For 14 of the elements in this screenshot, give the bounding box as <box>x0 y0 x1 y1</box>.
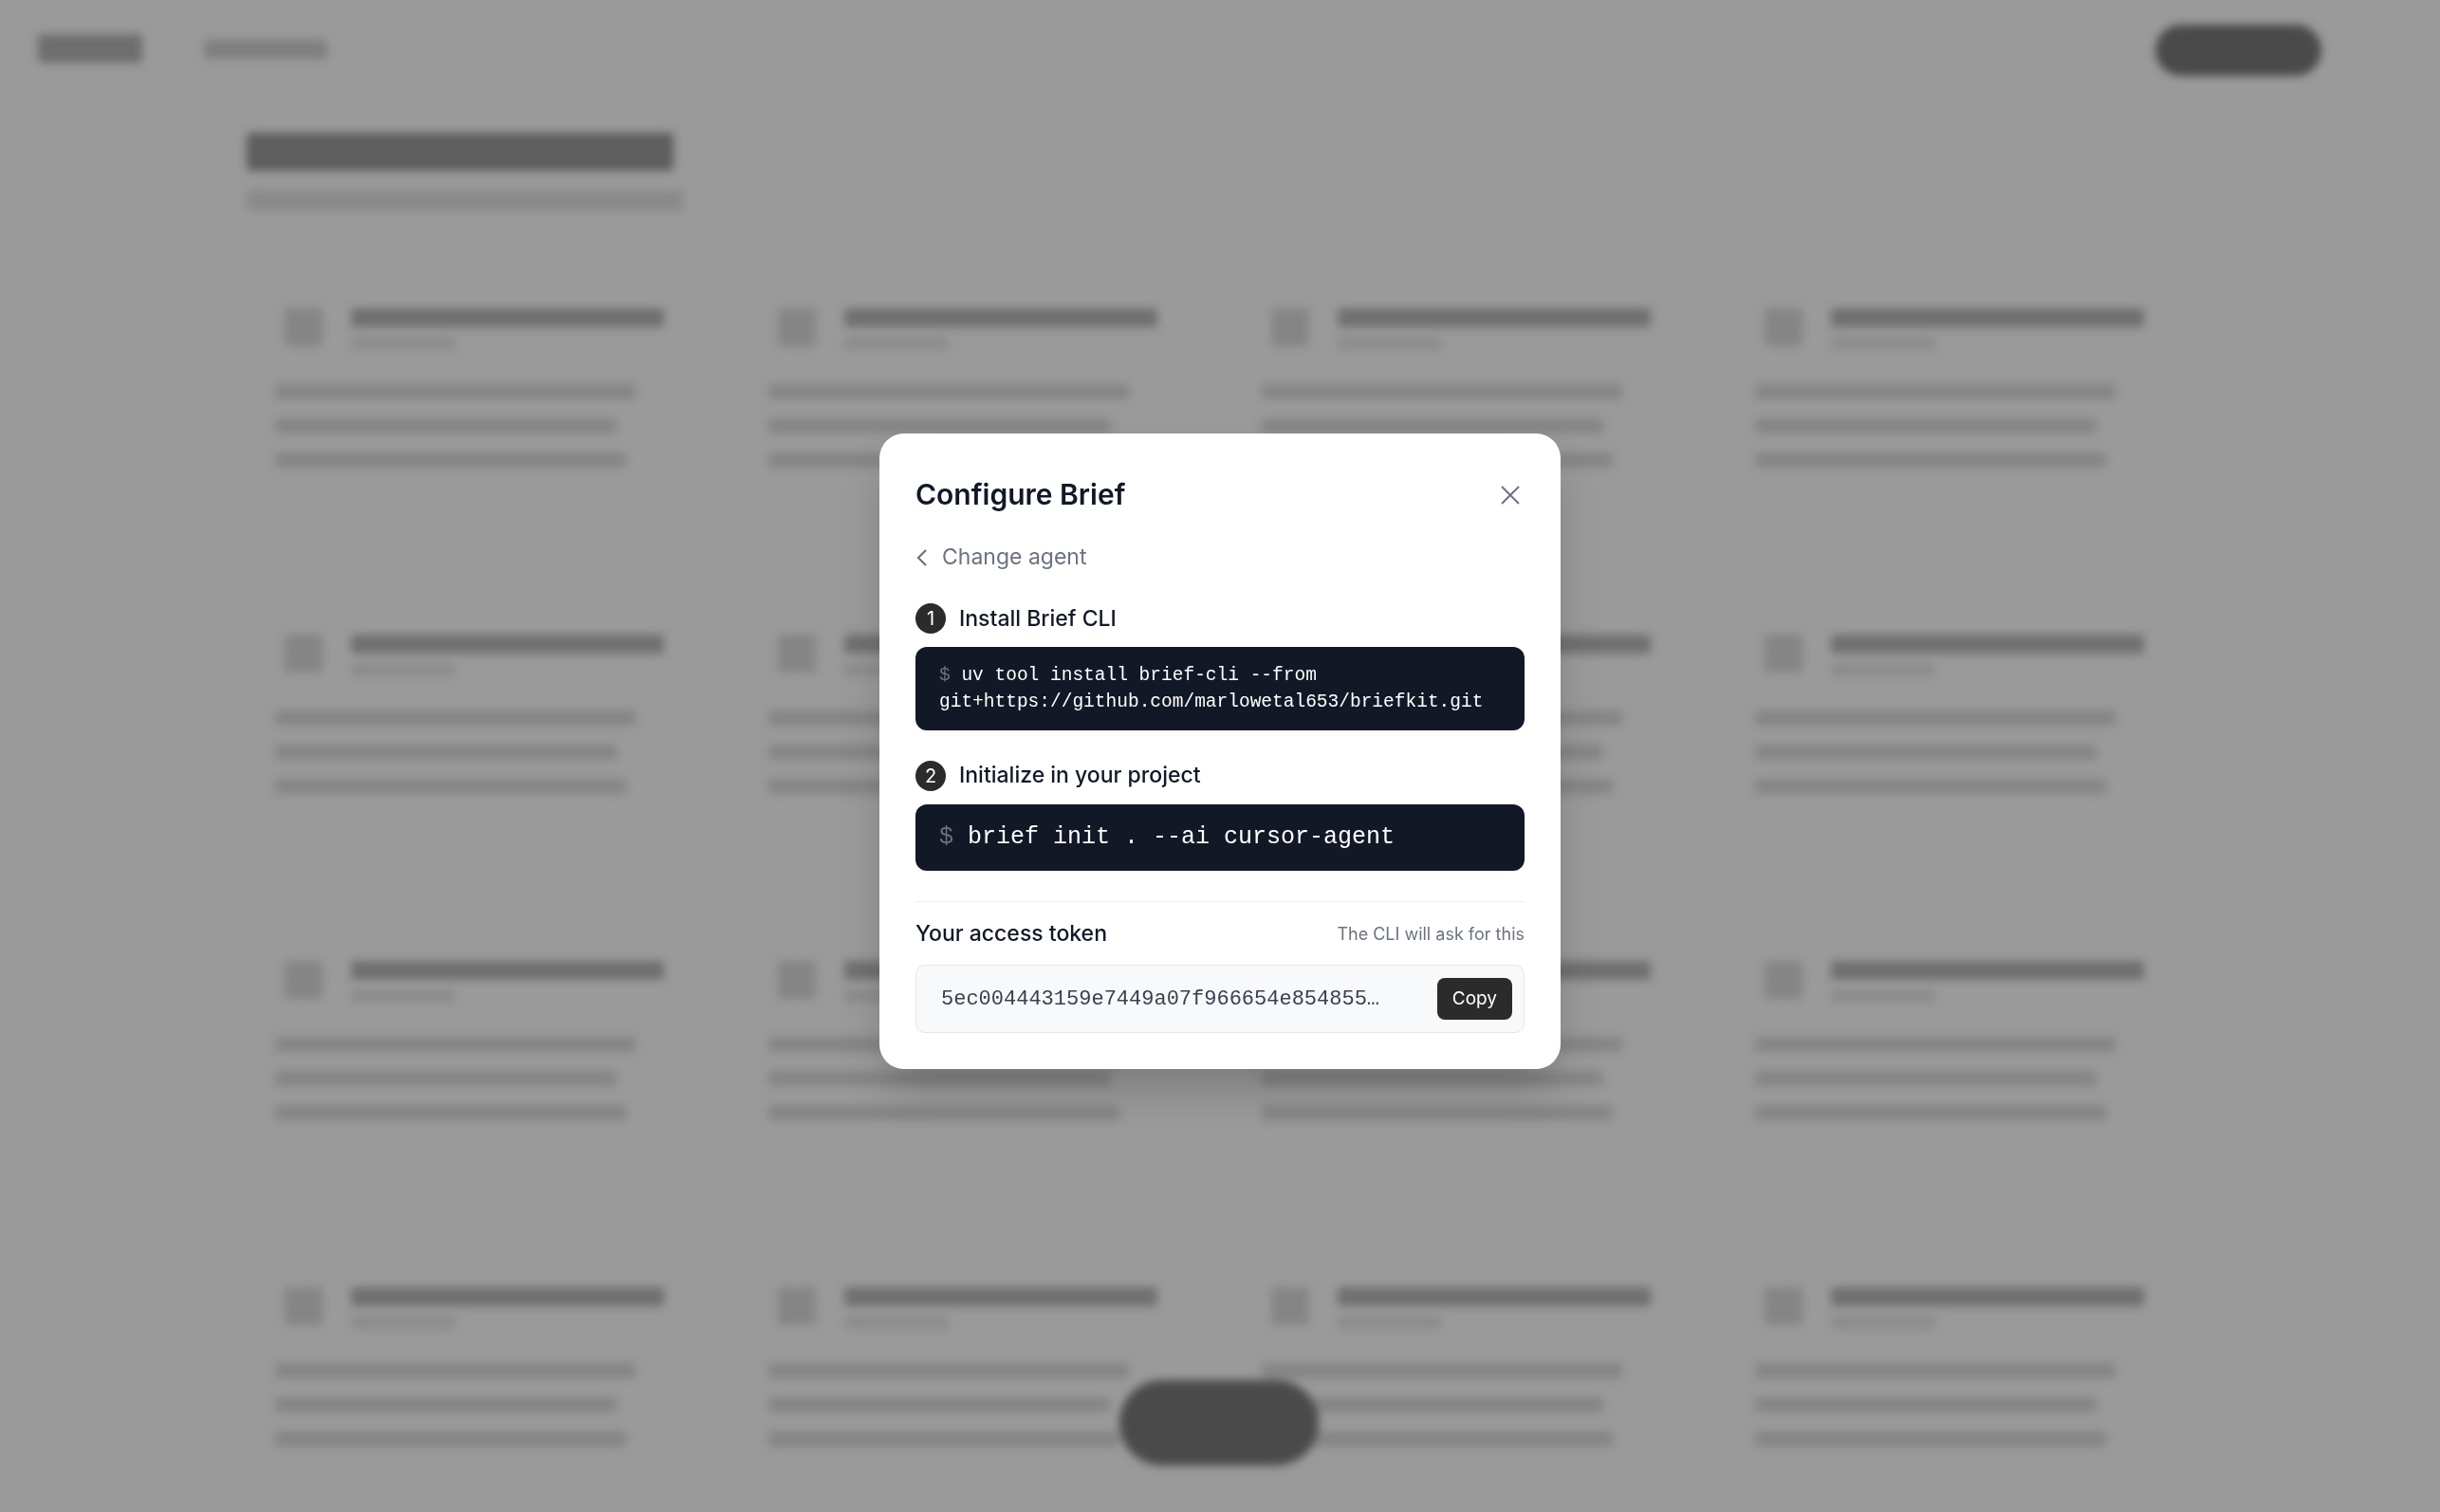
token-label: Your access token <box>915 918 1107 949</box>
step-number: 2 <box>915 760 946 791</box>
dialog-title: Configure Brief <box>915 476 1126 513</box>
chevron-left-icon <box>915 546 929 568</box>
copy-button[interactable]: Copy <box>1436 978 1512 1021</box>
token-hint: The CLI will ask for this <box>1337 922 1525 946</box>
step-title: Initialize in your project <box>959 761 1201 791</box>
change-agent-link[interactable]: Change agent <box>915 541 1087 574</box>
step-title: Install Brief CLI <box>959 603 1117 634</box>
command-line: git+https://github.com/marlowetal653/briefkit.git <box>939 691 1484 715</box>
command-line: $ uv tool install brief-cli --from <box>939 664 1317 689</box>
step-number: 1 <box>915 603 946 634</box>
command-line: $ brief init . --ai cursor-agent <box>939 824 1396 850</box>
token-field[interactable]: 5ec004443159e7449a07f966654e854855… Copy <box>915 965 1525 1034</box>
